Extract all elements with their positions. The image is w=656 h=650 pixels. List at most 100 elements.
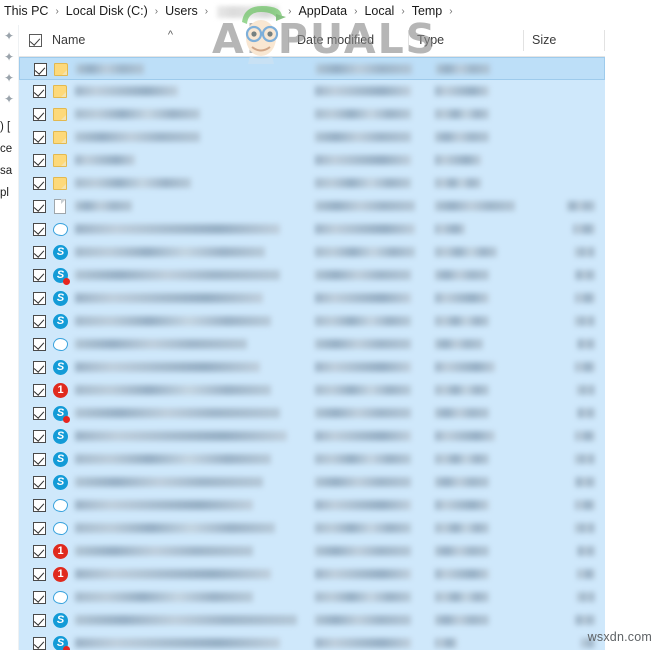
nav-pane-item[interactable]: ce [0,139,19,160]
skype-icon [52,428,69,445]
file-row[interactable] [19,540,605,563]
file-row[interactable] [19,448,605,471]
column-divider[interactable] [523,30,524,51]
row-checkbox[interactable] [33,453,46,466]
file-row[interactable] [19,517,605,540]
row-checkbox[interactable] [34,63,47,76]
file-size-redacted [575,362,595,372]
file-row[interactable] [19,172,605,195]
file-row[interactable] [19,471,605,494]
row-checkbox[interactable] [33,315,46,328]
row-checkbox[interactable] [33,430,46,443]
column-header-row[interactable]: ^ Name Date modified Type Size [19,25,605,57]
file-list[interactable] [19,57,605,650]
row-checkbox[interactable] [33,568,46,581]
skype-badge-icon [52,635,70,650]
row-checkbox[interactable] [33,545,46,558]
navigation-pane[interactable]: ✦ ✦ ✦ ✦) [ce sa pl [0,25,19,650]
row-checkbox[interactable] [33,407,46,420]
column-header-size[interactable]: Size [523,25,605,56]
skype-icon-glyph [53,314,68,329]
breadcrumb-item[interactable]: Temp [410,0,445,23]
date-modified-redacted [315,454,411,464]
row-checkbox[interactable] [33,476,46,489]
file-row[interactable] [19,379,605,402]
file-row[interactable] [19,80,605,103]
file-row[interactable] [19,333,605,356]
file-row[interactable] [19,126,605,149]
row-checkbox[interactable] [33,522,46,535]
file-row[interactable] [19,563,605,586]
row-checkbox[interactable] [33,246,46,259]
breadcrumb-item-redacted[interactable] [217,5,280,18]
row-checkbox[interactable] [33,614,46,627]
row-checkbox[interactable] [33,177,46,190]
file-name-redacted [75,523,275,533]
breadcrumb[interactable]: This PC › Local Disk (C:) › Users › › AppData › L… [0,0,656,23]
breadcrumb-item[interactable]: Users [163,0,200,23]
breadcrumb-item[interactable]: This PC [2,0,50,23]
column-header-date-modified[interactable]: Date modified [288,25,408,56]
file-type-redacted [435,523,489,533]
file-row[interactable] [19,402,605,425]
breadcrumb-separator-icon: › [55,6,59,17]
row-checkbox[interactable] [33,85,46,98]
breadcrumb-item[interactable]: AppData [296,0,349,23]
row-checkbox[interactable] [33,131,46,144]
file-row[interactable] [19,264,605,287]
row-checkbox[interactable] [33,154,46,167]
file-size-redacted [577,339,595,349]
breadcrumb-item[interactable]: Local Disk (C:) [64,0,150,23]
file-size-redacted [575,523,595,533]
file-row[interactable] [19,425,605,448]
column-divider[interactable] [604,30,605,51]
column-header-name[interactable]: Name [43,25,312,56]
select-all-checkbox[interactable] [29,34,42,47]
breadcrumb-separator-icon: › [401,6,405,17]
file-size-redacted [577,385,595,395]
file-row[interactable] [19,103,605,126]
skype-icon-glyph [53,245,68,260]
row-checkbox[interactable] [33,292,46,305]
file-row[interactable] [19,609,605,632]
row-checkbox[interactable] [33,338,46,351]
date-modified-redacted [315,178,411,188]
file-row[interactable] [19,632,605,650]
date-modified-redacted [315,500,411,510]
file-row[interactable] [19,287,605,310]
skype-icon [52,244,69,261]
row-checkbox[interactable] [33,223,46,236]
row-checkbox[interactable] [33,384,46,397]
file-row[interactable] [19,494,605,517]
file-row[interactable] [19,310,605,333]
file-row[interactable] [19,356,605,379]
nav-pane-item[interactable]: ) [ [0,117,19,138]
breadcrumb-item[interactable]: Local [362,0,396,23]
column-divider[interactable] [288,30,289,51]
nav-pane-item[interactable]: sa [0,161,19,182]
file-size-redacted [575,270,595,280]
row-checkbox[interactable] [33,361,46,374]
row-checkbox[interactable] [33,499,46,512]
skype-icon [52,612,69,629]
file-type-redacted [435,500,489,510]
row-checkbox[interactable] [33,591,46,604]
column-header-type[interactable]: Type [408,25,523,56]
file-row[interactable] [19,195,605,218]
row-checkbox[interactable] [33,200,46,213]
file-row[interactable] [19,586,605,609]
skype-icon [52,313,69,330]
blob-icon [52,589,69,606]
nav-pane-item[interactable]: pl [0,183,19,204]
file-name-redacted [75,546,253,556]
file-type-redacted [435,109,489,119]
row-checkbox[interactable] [33,637,46,650]
file-type-redacted [435,155,481,165]
file-row[interactable] [19,218,605,241]
row-checkbox[interactable] [33,269,46,282]
column-divider[interactable] [408,30,409,51]
file-row[interactable] [19,149,605,172]
file-row[interactable] [19,241,605,264]
file-row[interactable] [19,57,605,80]
row-checkbox[interactable] [33,108,46,121]
